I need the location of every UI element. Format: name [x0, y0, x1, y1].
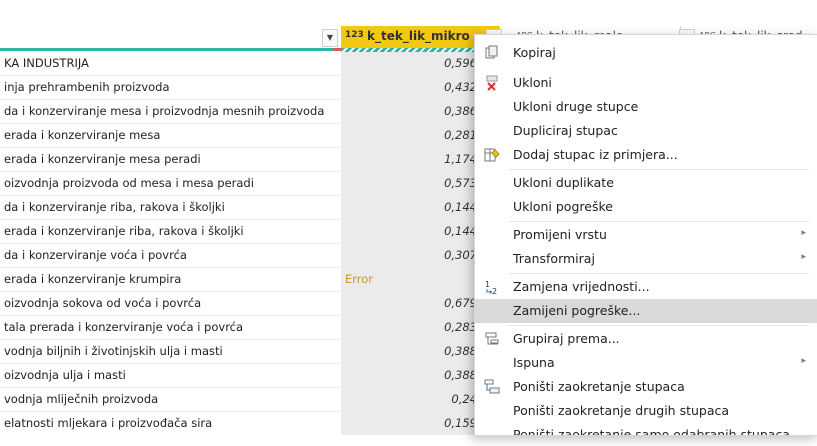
- copy-icon: [483, 45, 501, 61]
- table-row[interactable]: oizvodnja proizvoda od mesa i mesa perad…: [0, 172, 499, 196]
- table-row[interactable]: erada i konzerviranje mesa peradi 1,174: [0, 148, 499, 172]
- menu-item-ponisti-zaokretanje-stupaca[interactable]: Poništi zaokretanje stupaca: [475, 375, 817, 399]
- row-value[interactable]: 0,432: [341, 80, 477, 94]
- table-row[interactable]: elatnosti mljekara i proizvođača sira 0,1…: [0, 412, 499, 436]
- menu-item-ukloni[interactable]: Ukloni: [475, 71, 817, 95]
- submenu-arrow-icon: ▸: [801, 228, 806, 238]
- table-row[interactable]: da i konzerviranje mesa i proizvodnja me…: [0, 100, 499, 124]
- table-row[interactable]: vodnja biljnih i životinjskih ulja i mas…: [0, 340, 499, 364]
- menu-item-promijeni-vrstu[interactable]: Promijeni vrstu ▸: [475, 223, 817, 247]
- menu-item-zamjena-vrijednosti[interactable]: 12 Zamjena vrijednosti...: [475, 275, 817, 299]
- table-row[interactable]: vodnja mliječnih proizvoda 0,24: [0, 388, 499, 412]
- menu-separator: [509, 221, 809, 222]
- svg-text:1: 1: [485, 280, 490, 289]
- menu-item-dodaj-stupac-iz-primjera[interactable]: Dodaj stupac iz primjera...: [475, 143, 817, 167]
- table-row[interactable]: tala prerada i konzerviranje voća i povr…: [0, 316, 499, 340]
- menu-item-dupliciraj-stupac[interactable]: Dupliciraj stupac: [475, 119, 817, 143]
- row-value[interactable]: 0,307: [341, 248, 477, 262]
- row-name: da i konzerviranje mesa i proizvodnja me…: [4, 104, 325, 118]
- row-value[interactable]: 0,24: [341, 392, 477, 406]
- column-quality-error-segment: [333, 48, 341, 51]
- row-name: da i konzerviranje voća i povrća: [4, 248, 187, 262]
- remove-x-icon: [483, 75, 501, 91]
- row-name: vodnja mliječnih proizvoda: [4, 392, 159, 406]
- menu-item-kopiraj[interactable]: Kopiraj: [475, 41, 817, 65]
- row-value[interactable]: 0,388: [341, 368, 477, 382]
- row-value[interactable]: 0,159: [341, 416, 477, 430]
- table-row[interactable]: da i konzerviranje voća i povrća 0,307: [0, 244, 499, 268]
- row-error-value[interactable]: Error: [345, 272, 481, 286]
- row-value[interactable]: 0,573: [341, 176, 477, 190]
- row-name: vodnja biljnih i životinjskih ulja i mas…: [4, 344, 223, 358]
- row-name: da i konzerviranje riba, rakova i školjk…: [4, 200, 225, 214]
- row-name: oizvodnja ulja i masti: [4, 368, 126, 382]
- row-value[interactable]: 0,386: [341, 104, 477, 118]
- column-filter-dropdown-icon[interactable]: ▼: [322, 29, 338, 47]
- row-name: KA INDUSTRIJA: [4, 56, 89, 70]
- menu-item-ponisti-zaokretanje-samo-odabranih-stupaca[interactable]: Poništi zaokretanje samo odabranih stupa…: [475, 423, 817, 435]
- menu-separator: [509, 273, 809, 274]
- menu-item-transformiraj[interactable]: Transformiraj ▸: [475, 247, 817, 271]
- row-name: erada i konzerviranje mesa: [4, 128, 161, 142]
- submenu-arrow-icon: ▸: [801, 252, 806, 262]
- row-value[interactable]: 0,679: [341, 296, 477, 310]
- table-row[interactable]: erada i konzerviranje krumpira Error: [0, 268, 499, 292]
- replace-values-icon: 12: [483, 279, 501, 296]
- table-row[interactable]: oizvodnja sokova od voća i povrća 0,679: [0, 292, 499, 316]
- row-name: oizvodnja sokova od voća i povrća: [4, 296, 202, 310]
- table-row[interactable]: erada i konzerviranje mesa 0,281: [0, 124, 499, 148]
- row-name: oizvodnja proizvoda od mesa i mesa perad…: [4, 176, 254, 190]
- row-value[interactable]: 0,596: [341, 56, 477, 70]
- menu-item-ispuna[interactable]: Ispuna ▸: [475, 351, 817, 375]
- submenu-arrow-icon: ▸: [801, 356, 806, 366]
- column-quality-bar: [0, 48, 341, 51]
- number-type-icon[interactable]: 123: [345, 31, 365, 40]
- menu-item-ponisti-zaokretanje-drugih-stupaca[interactable]: Poništi zaokretanje drugih stupaca: [475, 399, 817, 423]
- row-name: erada i konzerviranje krumpira: [4, 272, 182, 286]
- row-name: erada i konzerviranje riba, rakova i ško…: [4, 224, 244, 238]
- row-name: elatnosti mljekara i proizvođača sira: [4, 416, 213, 430]
- svg-text:2: 2: [492, 287, 497, 295]
- menu-item-ukloni-duplikate[interactable]: Ukloni duplikate: [475, 171, 817, 195]
- group-by-icon: [483, 331, 501, 347]
- row-value[interactable]: 0,283: [341, 320, 477, 334]
- row-value[interactable]: 0,281: [341, 128, 477, 142]
- column-header-name[interactable]: ▼: [0, 26, 342, 49]
- menu-item-grupiraj-prema[interactable]: Grupiraj prema...: [475, 327, 817, 351]
- add-column-example-icon: [483, 147, 501, 163]
- menu-item-zamijeni-pogreske[interactable]: Zamijeni pogreške...: [475, 299, 817, 323]
- menu-item-ukloni-druge-stupce[interactable]: Ukloni druge stupce: [475, 95, 817, 119]
- menu-separator: [509, 169, 809, 170]
- table-row[interactable]: KA INDUSTRIJA 0,596: [0, 52, 499, 76]
- table-row[interactable]: inja prehrambenih proizvoda 0,432: [0, 76, 499, 100]
- menu-item-ukloni-pogreske[interactable]: Ukloni pogreške: [475, 195, 817, 219]
- row-value[interactable]: 1,174: [341, 152, 477, 166]
- row-name: tala prerada i konzerviranje voća i povr…: [4, 320, 244, 334]
- table-row[interactable]: da i konzerviranje riba, rakova i školjk…: [0, 196, 499, 220]
- unpivot-icon: [483, 379, 501, 395]
- row-name: inja prehrambenih proizvoda: [4, 80, 170, 94]
- table-row[interactable]: erada i konzerviranje riba, rakova i ško…: [0, 220, 499, 244]
- table-row[interactable]: oizvodnja ulja i masti 0,388: [0, 364, 499, 388]
- row-value[interactable]: 0,388: [341, 344, 477, 358]
- menu-separator: [509, 325, 809, 326]
- column-context-menu: Kopiraj Ukloni Ukloni druge stupce Dupli…: [474, 34, 817, 436]
- selected-column-name: k_tek_lik_mikro: [367, 29, 470, 43]
- grid-bottom-edge: [0, 435, 817, 446]
- row-value[interactable]: 0,144: [341, 200, 477, 214]
- row-name: erada i konzerviranje mesa peradi: [4, 152, 201, 166]
- row-value[interactable]: 0,144: [341, 224, 477, 238]
